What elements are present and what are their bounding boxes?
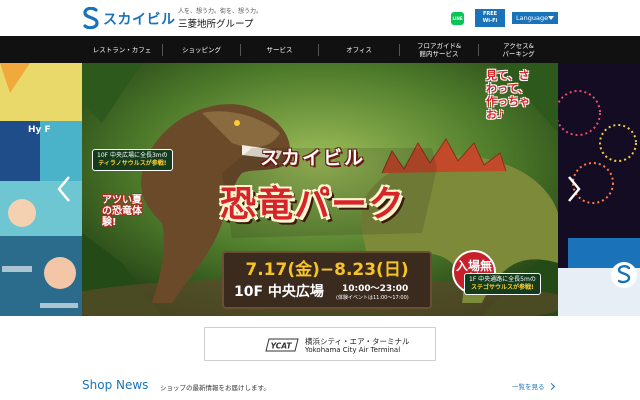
previous-slide-text: Hy F [28,125,51,135]
ycat-logo-text: YCAT [271,342,293,351]
skybuilding-logo-icon[interactable] [82,7,100,29]
trex-info-highlight: ティラノサウルスが参戦! [98,160,167,167]
catchphrase: 見て、さわって、作っちゃお♪ [486,69,530,121]
nav-item-services[interactable]: サービス [241,36,318,63]
shop-news-description: ショップの最新情報をお届けします。 [160,384,270,392]
nav-item-label: ショッピング [182,45,221,54]
stegosaurus-info-note: 1F 中央通路に全長5mの [469,276,536,283]
nav-item-floor-guide[interactable]: フロアガイド& 館内サービス [400,36,478,63]
nav-item-label: レストラン・カフェ [92,45,152,54]
shop-news-view-all-link[interactable]: 一覧を見る [512,381,555,391]
trex-info-badge: 10F 中央広場に全長3mの ティラノサウルスが参戦! [92,149,173,171]
language-select[interactable]: Language [512,12,558,24]
nav-item-label: オフィス [346,45,372,54]
site-logo-text[interactable]: スカイビル [103,9,176,29]
stegosaurus-info-badge: 1F 中央通路に全長5mの ステゴサウルスが参戦! [464,273,541,295]
event-venue: 10F 中央広場 [234,284,324,300]
wifi-label-wifi: Wi-Fi [482,18,498,24]
chevron-down-icon [548,16,554,20]
stegosaurus-info-highlight: ステゴサウルスが参戦! [471,284,534,291]
nav-item-shopping[interactable]: ショッピング [163,36,240,63]
global-nav: レストラン・カフェ ショッピング サービス オフィス フロアガイド& 館内サービ… [0,36,640,63]
event-hours: 10:00〜23:00 [342,284,409,294]
group-name: 三菱地所グループ [178,19,254,30]
trex-info-note: 10F 中央広場に全長3mの [97,152,168,159]
nav-item-office[interactable]: オフィス [319,36,399,63]
free-wifi-icon[interactable]: FREE Wi-Fi [475,9,505,27]
nav-item-access-parking[interactable]: アクセス& パーキング [479,36,558,63]
ycat-name-en: Yokohama City Air Terminal [305,346,401,354]
event-date-range: 7.17(金)−8.23(日) [245,260,409,280]
chevron-right-icon [547,382,555,391]
ycat-logo-icon: YCAT [265,338,299,352]
view-all-label: 一覧を見る [512,383,545,391]
shop-news-heading: Shop News [82,378,149,392]
banner-title: 恐竜パーク [220,184,406,225]
language-label: Language [516,14,549,22]
banner-subtitle: スカイビル [260,147,366,169]
event-hours-note: (体験イベントは11:00〜17:00) [336,295,409,301]
line-label: LINE [452,16,463,21]
nav-item-label: サービス [266,45,293,54]
nav-item-label: フロアガイド& 館内サービス [416,41,462,58]
slider-next-arrow-icon[interactable] [566,175,582,203]
tagline: 人を、想う力。街を、想う力。 [178,8,263,15]
wifi-label-free: FREE [482,11,498,17]
hero-headline-vertical: アツい夏の恐竜体験! [102,195,142,228]
hero-slider: Hy F スカイビル 恐竜パーク 7.17(金)−8.23(日) 10F 中央広… [0,63,640,316]
slider-prev-arrow-icon[interactable] [56,175,72,203]
site-header: スカイビル 人を、想う力。街を、想う力。 三菱地所グループ LINE FREE … [0,0,640,36]
nav-item-label: アクセス& パーキング [502,41,535,58]
nav-item-restaurant-cafe[interactable]: レストラン・カフェ [82,36,162,63]
line-icon[interactable]: LINE [451,12,464,25]
ycat-banner[interactable]: YCAT 横浜シティ・エア・ターミナル Yokohama City Air Te… [204,327,436,361]
